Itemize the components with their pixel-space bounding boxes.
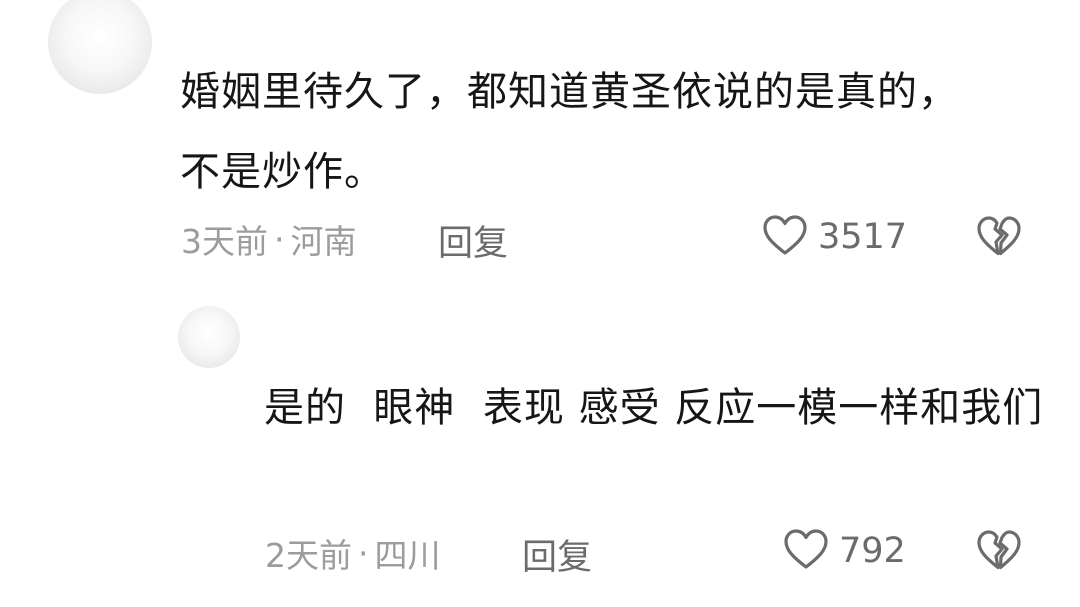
broken-heart-icon [976,530,1022,575]
heart-outline-icon [762,214,808,260]
broken-heart-icon [976,216,1022,261]
heart-outline-icon [783,528,829,574]
like-button[interactable]: 3517 [762,214,907,260]
meta-separator: · [274,219,285,259]
comment-meta: 2天前 · 四川 [265,530,441,576]
comment-meta: 3天前 · 河南 [181,216,357,262]
like-count: 792 [839,531,906,571]
comment-time: 2天前 [265,536,352,575]
comment-location: 河南 [290,222,357,261]
comment-location: 四川 [374,536,441,575]
meta-separator: · [358,533,369,573]
dislike-button[interactable] [976,215,1022,261]
commenter-avatar[interactable] [178,306,240,368]
like-count: 3517 [818,217,908,257]
reply-button[interactable]: 回复 [522,529,592,580]
reply-button[interactable]: 回复 [438,215,508,266]
dislike-button[interactable] [976,529,1022,575]
commenter-avatar[interactable] [48,0,152,94]
like-button[interactable]: 792 [783,528,906,574]
comment-text: 是的 眼神 表现 感受 反应一模一样和我们 [264,385,1044,431]
comment-text: 婚姻里待久了，都知道黄圣依说的是真的，不是炒作。 [180,69,959,195]
comment-time: 3天前 [181,222,268,261]
